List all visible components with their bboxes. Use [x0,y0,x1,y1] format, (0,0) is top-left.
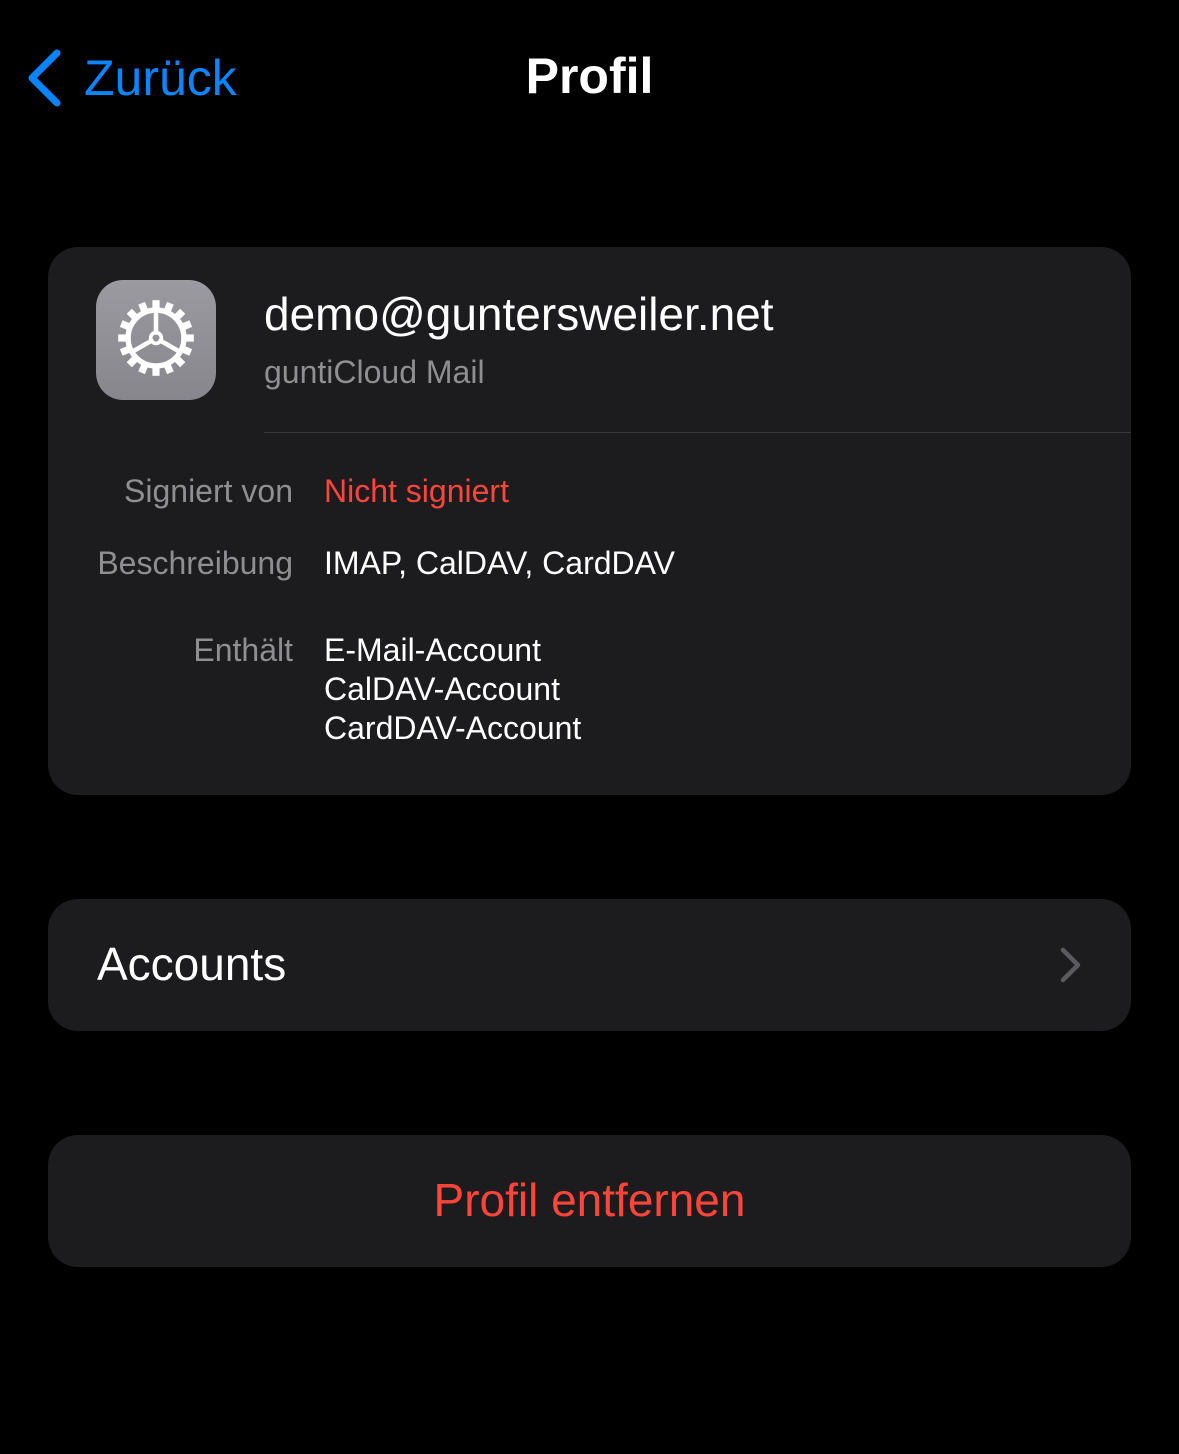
profile-subtitle: guntiCloud Mail [264,354,485,390]
list-item: CardDAV-Account [324,710,582,746]
description-value: IMAP, CalDAV, CardDAV [324,545,675,581]
signed-by-value: Nicht signiert [324,473,509,509]
profile-screen: Zurück Profil demo@guntersweiler.net gun… [0,0,1179,1454]
remove-profile-button[interactable]: Profil entfernen [48,1135,1131,1267]
list-item: E-Mail-Account [324,632,541,668]
contains-list: E-Mail-Account CalDAV-Account CardDAV-Ac… [324,631,581,748]
profile-card: demo@guntersweiler.net guntiCloud Mail S… [48,247,1131,795]
remove-profile-label: Profil entfernen [433,1174,746,1226]
page-title: Profil [525,48,654,104]
list-item: CalDAV-Account [324,671,560,707]
divider [264,432,1131,433]
chevron-right-icon [1059,947,1083,988]
accounts-label: Accounts [97,938,287,990]
accounts-row[interactable]: Accounts [48,899,1131,1031]
profile-title: demo@guntersweiler.net [264,288,774,340]
signed-by-label: Signiert von [124,473,293,509]
contains-label: Enthält [193,632,293,668]
description-label: Beschreibung [97,545,293,581]
gear-icon [111,293,201,388]
profile-app-icon [96,280,216,400]
